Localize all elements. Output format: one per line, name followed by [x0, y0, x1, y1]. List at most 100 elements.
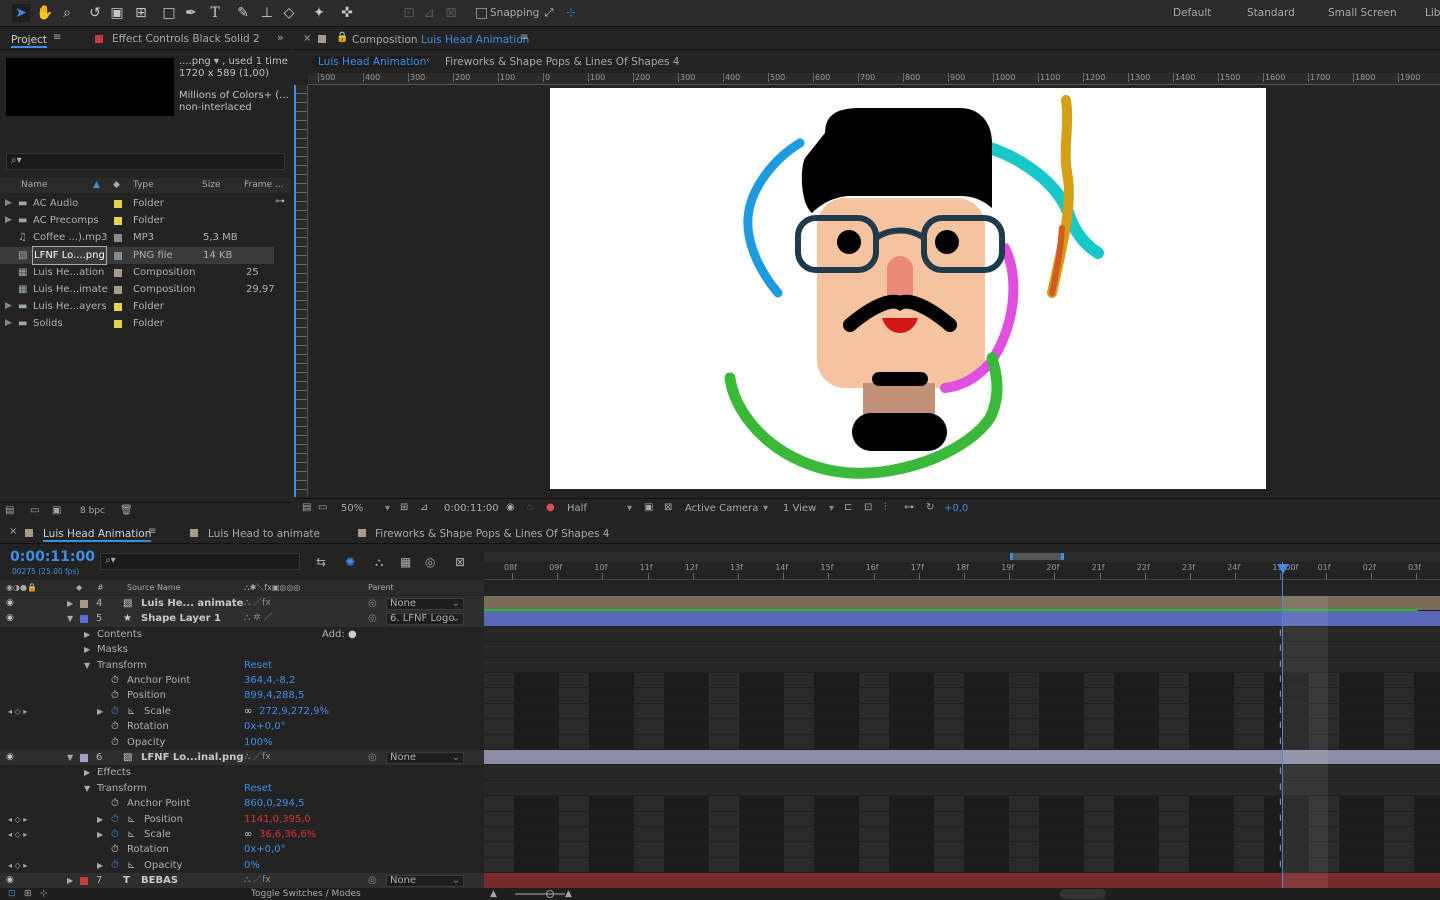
- property-value[interactable]: 899,4,288,5: [244, 688, 304, 703]
- property-row[interactable]: ◂ ◇ ▸ ▶ ⏱ ⊾ Position 1141,0,395,0: [0, 812, 484, 827]
- project-item[interactable]: ▶ ▬ AC Precomps Folder: [0, 212, 274, 229]
- selection-tool-icon[interactable]: ➤: [12, 4, 30, 22]
- property-value[interactable]: 0x+0,0°: [244, 719, 286, 734]
- twirl-icon[interactable]: ▼: [84, 781, 90, 796]
- reset-link[interactable]: Reset: [244, 658, 272, 673]
- property-row[interactable]: ⏱ Opacity 100%: [0, 735, 484, 750]
- layer-switches[interactable]: ⛬ ✲ ／: [244, 611, 273, 626]
- new-composition-icon[interactable]: ▣: [52, 505, 61, 516]
- twirl-icon[interactable]: ▶: [5, 315, 12, 332]
- property-row[interactable]: ◂ ◇ ▸ ▶ ⏱ ⊾ Scale ∞ 36,6,36,6%: [0, 827, 484, 842]
- delete-icon[interactable]: 🗑: [120, 505, 133, 516]
- layer-row[interactable]: ◉ ▶ 4 ▧ Luis He... animate ⛬ ／fx ◎ None ⌄: [0, 596, 484, 612]
- label-col-icon[interactable]: ◆: [113, 178, 120, 193]
- parent-pickwhip-icon[interactable]: ◎: [368, 611, 377, 626]
- parent-pickwhip-icon[interactable]: ◎: [368, 596, 377, 611]
- roto-brush-tool-icon[interactable]: ✦: [310, 4, 328, 22]
- stopwatch-icon[interactable]: ⏱: [111, 842, 119, 857]
- visibility-eye-icon[interactable]: ◉: [6, 611, 14, 626]
- twirl-icon[interactable]: ▶: [84, 627, 90, 642]
- project-item[interactable]: ▶ ▬ AC Audio Folder: [0, 195, 274, 212]
- property-group-name[interactable]: Masks: [97, 642, 128, 657]
- always-preview-icon[interactable]: ▤: [302, 498, 311, 518]
- timeline-search-input[interactable]: ⌕▾: [100, 553, 300, 570]
- property-value[interactable]: 36,6,36,6%: [259, 827, 316, 842]
- twirl-icon[interactable]: ▼: [67, 611, 73, 626]
- label-color-chip[interactable]: [114, 320, 122, 329]
- property-group-name[interactable]: Effects: [97, 765, 131, 780]
- stopwatch-icon[interactable]: ⏱: [111, 796, 119, 811]
- keyframe-navigator[interactable]: ◂ ◇ ▸: [8, 812, 27, 827]
- transfer-controls-icon[interactable]: ⊞: [24, 888, 32, 900]
- label-color-chip[interactable]: [114, 217, 122, 226]
- stopwatch-icon[interactable]: ⏱: [111, 858, 119, 873]
- property-row[interactable]: ▼ Transform Reset: [0, 658, 484, 673]
- flow-tab-current[interactable]: Luis Head Animation: [314, 56, 431, 68]
- layer-name[interactable]: BEBAS: [141, 873, 178, 888]
- layer-name[interactable]: LFNF Lo...inal.png: [141, 750, 243, 765]
- fast-previews-icon[interactable]: ⊡: [864, 498, 872, 518]
- layer-name[interactable]: Shape Layer 1: [141, 611, 221, 626]
- view-axis-icon[interactable]: ⊠: [442, 4, 460, 22]
- project-item[interactable]: ▦ Luis He...imate Composition 29,97: [0, 281, 275, 298]
- graph-icon[interactable]: ⊾: [127, 827, 135, 842]
- twirl-icon[interactable]: ▼: [67, 750, 73, 765]
- panel-menu-icon[interactable]: ≡: [520, 32, 528, 43]
- close-tab-icon[interactable]: ×: [303, 33, 311, 44]
- property-value[interactable]: 364,4,-8,2: [244, 673, 295, 688]
- constrain-proportions-icon[interactable]: ∞: [244, 704, 252, 719]
- property-row[interactable]: ⏱ Anchor Point 860,0,294,5: [0, 796, 484, 811]
- effect-controls-tab[interactable]: Effect Controls Black Solid 2: [112, 33, 260, 45]
- col-frame[interactable]: Frame ...: [244, 178, 284, 193]
- stopwatch-icon[interactable]: ⏱: [111, 812, 119, 827]
- eraser-tool-icon[interactable]: ◇: [280, 4, 298, 22]
- layer-switches[interactable]: ⛬ ／fx: [244, 750, 271, 765]
- property-value[interactable]: 0%: [244, 858, 260, 873]
- zoom-slider-handle[interactable]: [546, 890, 554, 898]
- project-item[interactable]: ♫ Coffee ...).mp3 MP3 5,3 MB: [0, 229, 274, 246]
- twirl-icon[interactable]: ▶: [97, 827, 103, 842]
- exposure-value[interactable]: +0,0: [944, 499, 968, 519]
- track-area[interactable]: IIIIIIIIIIIIIII: [484, 596, 1440, 888]
- graph-icon[interactable]: ⊾: [127, 858, 135, 873]
- safe-zones-icon[interactable]: ⊞: [400, 498, 408, 518]
- visibility-eye-icon[interactable]: ◉: [6, 750, 14, 765]
- twirl-icon[interactable]: ▶: [97, 704, 103, 719]
- work-area-bar[interactable]: [484, 552, 1440, 562]
- twirl-icon[interactable]: ▶: [5, 212, 12, 229]
- property-row[interactable]: ▼ Transform Reset: [0, 781, 484, 796]
- camera-view-select[interactable]: Active Camera ▾: [685, 499, 771, 519]
- flowchart-view-icon[interactable]: ⊶: [904, 498, 914, 518]
- flow-tab-fireworks[interactable]: Fireworks & Shape Pops & Lines Of Shapes…: [445, 56, 679, 68]
- source-name-col[interactable]: Source Name: [127, 580, 181, 595]
- twirl-icon[interactable]: ▶: [97, 858, 103, 873]
- pan-behind-tool-icon[interactable]: ⊞: [132, 4, 150, 22]
- pen-tool-icon[interactable]: ✒: [182, 4, 200, 22]
- reset-exposure-icon[interactable]: ↻: [926, 498, 934, 518]
- property-row[interactable]: ▶ Masks: [0, 642, 484, 657]
- stopwatch-icon[interactable]: ⏱: [111, 719, 119, 734]
- layer-label-color[interactable]: [80, 754, 88, 762]
- transparency-grid-icon[interactable]: ⊠: [664, 498, 672, 518]
- label-color-chip[interactable]: [114, 234, 122, 243]
- graph-icon[interactable]: ⊾: [127, 704, 135, 719]
- panel-menu-icon[interactable]: ≡: [148, 526, 156, 537]
- parent-col[interactable]: Parent: [368, 580, 394, 595]
- parent-select[interactable]: None ⌄: [386, 875, 464, 888]
- resolution-select[interactable]: Half ▾: [567, 499, 635, 519]
- label-col-icon[interactable]: ◆: [76, 580, 82, 595]
- keyframe-navigator[interactable]: ◂ ◇ ▸: [8, 858, 27, 873]
- rotate-tool-icon[interactable]: ↺: [86, 4, 104, 22]
- property-group-name[interactable]: Transform: [97, 781, 147, 796]
- parent-select[interactable]: None ⌄: [386, 752, 464, 764]
- keyframe-navigator[interactable]: ◂ ◇ ▸: [8, 704, 27, 719]
- twirl-icon[interactable]: ▶: [5, 195, 12, 212]
- work-area-range[interactable]: [1010, 553, 1064, 560]
- type-tool-icon[interactable]: T: [206, 4, 224, 22]
- twirl-icon[interactable]: ▼: [84, 658, 90, 673]
- mask-visibility-icon[interactable]: ⊿: [420, 498, 428, 518]
- property-value[interactable]: 100%: [244, 735, 273, 750]
- add-menu[interactable]: Add:: [322, 627, 345, 642]
- label-color-chip[interactable]: [114, 251, 122, 260]
- timeline-tab-luis-head[interactable]: Luis Head to animate: [208, 528, 320, 540]
